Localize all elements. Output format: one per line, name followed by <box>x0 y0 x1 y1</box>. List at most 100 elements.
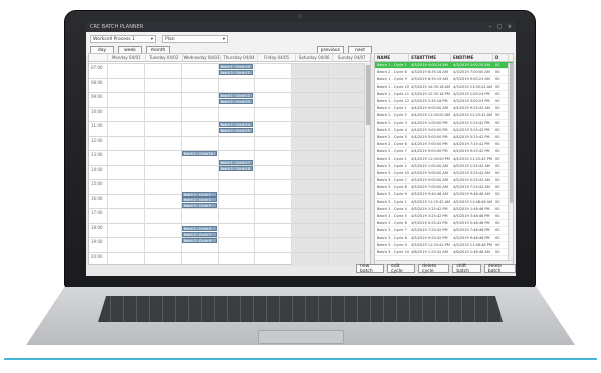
column-header-starttime[interactable]: STARTTIME <box>409 54 451 61</box>
scroll-thumb[interactable] <box>510 63 513 203</box>
table-row[interactable]: Batch 2 - Cycle 1 4/4/2019 9:00:00 AM 4/4/… <box>375 105 513 113</box>
table-cell: 4/5/2019 1:25:42 AM <box>453 163 490 168</box>
table-cell: 00 <box>495 221 500 226</box>
calendar-event[interactable]: Batch 3 - Cycle 6 <box>181 238 217 243</box>
table-row[interactable]: Batch 3 - Cycle 1 4/4/2019 11:00:00 PM 4/4… <box>375 155 513 163</box>
table-cell: 4/5/2019 7:48:46 PM <box>453 228 490 233</box>
calendar-scrollbar[interactable] <box>364 63 370 266</box>
calendar-event[interactable]: Batch 2 - Cycle 13 <box>218 98 254 104</box>
table-row[interactable]: Batch 3 - Cycle 2 4/5/2019 1:00:00 AM 4/5/… <box>375 163 513 170</box>
table-cell: 00 <box>495 106 500 111</box>
table-cell: 4/3/2019 12:35:18 PM <box>411 91 450 96</box>
table-row[interactable]: Batch 1 - Cycle 1 4/3/2019 4:00:24 AM 4/3/… <box>375 62 513 70</box>
table-cell: 4/3/2019 10:35:18 AM <box>411 84 451 89</box>
table-cell: 00 <box>495 185 500 190</box>
table-cell: 00 <box>495 63 500 68</box>
table-cell: 00 <box>495 134 500 139</box>
column-header-endtime[interactable]: ENDTIME <box>451 54 493 61</box>
app-window: CRC BATCH PLANNER – □ × Workcell Process… <box>86 22 516 276</box>
table-row[interactable]: Batch 3 - Cycle 4 4/5/2019 1:25:42 PM 4/5/… <box>375 206 513 213</box>
table-row[interactable]: Batch 2 - Cycle 7 4/4/2019 9:00:00 PM 4/4/… <box>375 148 513 156</box>
shift-batch-button[interactable]: shift batch <box>452 264 481 274</box>
calendar-event[interactable]: Batch 1 - Cycle 12 <box>218 93 254 98</box>
table-row[interactable]: Batch 1 - Cycle 11 4/3/2019 12:35:18 PM 4/… <box>375 91 513 98</box>
calendar-event[interactable]: Batch 2 - Cycle 2 <box>181 197 217 203</box>
table-row[interactable]: Batch 3 - Cycle 6 4/5/2019 5:25:42 PM 4/5/… <box>375 220 513 228</box>
table-row[interactable]: Batch 3 - Cycle 8 4/5/2019 9:25:42 PM 4/5/… <box>375 235 513 242</box>
table-cell: 4/4/2019 11:25:42 AM <box>453 113 493 118</box>
calendar-event[interactable]: Batch 2 - Cycle 18 <box>218 165 254 171</box>
table-cell: 4/5/2019 3:25:42 AM <box>453 170 490 175</box>
table-cell: 00 <box>495 91 500 96</box>
calendar-event[interactable]: Batch 2 - Cycle 15 <box>218 127 254 133</box>
table-scrollbar[interactable] <box>508 63 513 263</box>
calendar-event[interactable]: Batch 3 - Cycle 3 <box>181 203 217 209</box>
table-cell: 4/4/2019 1:00:00 PM <box>411 120 448 125</box>
table-row[interactable]: Batch 1 - Cycle 10 4/3/2019 10:35:18 AM 4/… <box>375 84 513 91</box>
hour-label: 18:00 <box>91 224 103 230</box>
table-row[interactable]: Batch 3 - Cycle 8 4/5/2019 7:00:00 AM 4/5/… <box>375 184 513 192</box>
table-row[interactable]: Batch 3 - Cycle 10 4/5/2019 3:00:00 AM 4/5… <box>375 170 513 177</box>
close-icon[interactable]: × <box>508 24 512 30</box>
table-cell: 4/5/2019 7:25:42 PM <box>411 228 448 233</box>
table-cell: 4/3/2019 4:00:24 AM <box>411 63 448 68</box>
calendar-event[interactable]: Batch 1 - Cycle 4 <box>181 226 217 232</box>
hour-label: 14:00 <box>91 166 103 172</box>
table-cell: 4/3/2019 8:35:19 AM <box>411 77 448 82</box>
table-cell: 00 <box>495 84 500 89</box>
table-cell: Batch 3 - Cycle 9 <box>377 192 407 197</box>
window-title: CRC BATCH PLANNER <box>90 24 144 30</box>
table-row[interactable]: Batch 1 - Cycle 9 4/3/2019 8:35:19 AM 4/3/… <box>375 76 513 84</box>
chevron-down-icon: ▾ <box>150 36 153 42</box>
maximize-icon[interactable]: □ <box>497 24 502 30</box>
process-select[interactable]: Workcell Process 1 ▾ <box>90 35 156 43</box>
hour-label: 09:00 <box>91 94 103 99</box>
table-row[interactable]: Batch 2 - Cycle 5 4/4/2019 5:00:00 PM 4/4/… <box>375 134 513 142</box>
table-cell: 4/4/2019 9:00:00 PM <box>411 149 448 154</box>
table-cell: 4/5/2019 5:00:00 AM <box>411 178 448 183</box>
table-row[interactable]: Batch 1 - Cycle 12 4/3/2019 2:35:18 PM 4/3… <box>375 98 513 106</box>
table-row[interactable]: Batch 2 - Cycle 4 4/4/2019 3:00:00 PM 4/4/… <box>375 127 513 134</box>
delete-cycle-button[interactable]: delete cycle <box>418 264 450 274</box>
hour-line <box>89 237 365 238</box>
hour-label: 07:00 <box>91 65 103 70</box>
table-cell: 00 <box>495 242 500 247</box>
scroll-thumb[interactable] <box>366 65 370 125</box>
table-row[interactable]: Batch 2 - Cycle 2 4/4/2019 11:00:00 AM 4/4… <box>375 112 513 120</box>
edit-cycle-button[interactable]: edit cycle <box>387 264 416 274</box>
table-cell: Batch 1 - Cycle 10 <box>377 84 409 89</box>
table-cell: 4/4/2019 9:00:00 AM <box>411 106 448 111</box>
new-batch-button[interactable]: new batch <box>356 264 385 274</box>
table-cell: 4/5/2019 11:48:46 PM <box>453 242 492 247</box>
calendar-event[interactable]: Batch 2 - Cycle 11 <box>218 69 254 75</box>
calendar-event[interactable]: Batch 1 - Cycle 17 <box>218 159 254 165</box>
table-row[interactable]: Batch 3 - Cycle 7 4/5/2019 5:00:00 AM 4/5/… <box>375 177 513 185</box>
table-row[interactable]: Batch 3 - Cycle 5 4/5/2019 3:25:42 PM 4/5/… <box>375 213 513 221</box>
table-row[interactable]: Batch 2 - Cycle 8 4/3/2019 6:35:16 AM 4/3/… <box>375 69 513 77</box>
table-row[interactable]: Batch 2 - Cycle 6 4/4/2019 7:00:00 PM 4/4/… <box>375 141 513 149</box>
table-row[interactable]: Batch 3 - Cycle 9 4/5/2019 11:25:42 PM 4/5… <box>375 242 513 249</box>
table-cell: Batch 3 - Cycle 8 <box>377 185 407 190</box>
status-select[interactable]: Plan ▾ <box>162 35 228 43</box>
day-header: Tuesday 04/02 <box>144 54 183 61</box>
table-row[interactable]: Batch 3 - Cycle 7 4/5/2019 7:25:42 PM 4/5/… <box>375 227 513 235</box>
calendar-event[interactable]: Batch 2 - Cycle 5 <box>181 232 217 238</box>
calendar-grid[interactable]: 07:00 08:00 09:00 10:00 11:00 12:00 13:00 14:00… <box>89 63 366 266</box>
table-row[interactable]: Batch 3 - Cycle 10 4/6/2019 1:25:42 AM 4/6… <box>375 249 513 257</box>
calendar-event[interactable]: Batch 1 - Cycle 1 <box>181 191 217 197</box>
table-cell: 4/3/2019 2:35:18 PM <box>411 99 448 104</box>
calendar-event[interactable]: Batch 1 - Cycle 14 <box>218 122 254 127</box>
chevron-down-icon: ▾ <box>222 36 225 42</box>
table-cell: 00 <box>495 99 500 104</box>
column-header-d[interactable]: D <box>493 54 509 61</box>
calendar-header: Monday 04/01 Tuesday 04/02 Wednesday 04/03… <box>89 54 370 62</box>
calendar-event[interactable]: Batch 1 - Cycle 16 <box>181 151 217 156</box>
column-header-name[interactable]: NAME <box>375 54 409 61</box>
table-row[interactable]: Batch 2 - Cycle 3 4/4/2019 1:00:00 PM 4/4/… <box>375 120 513 127</box>
calendar-event[interactable]: Batch 1 - Cycle 10 <box>218 64 254 69</box>
table-row[interactable]: Batch 3 - Cycle 1 4/5/2019 11:25:42 AM 4/5… <box>375 199 513 206</box>
table-row[interactable]: Batch 3 - Cycle 9 4/5/2019 9:40:46 AM 4/5/… <box>375 191 513 199</box>
table-cell: 00 <box>495 163 500 168</box>
delete-batch-button[interactable]: delete batch <box>483 264 516 274</box>
minimize-icon[interactable]: – <box>489 24 492 30</box>
